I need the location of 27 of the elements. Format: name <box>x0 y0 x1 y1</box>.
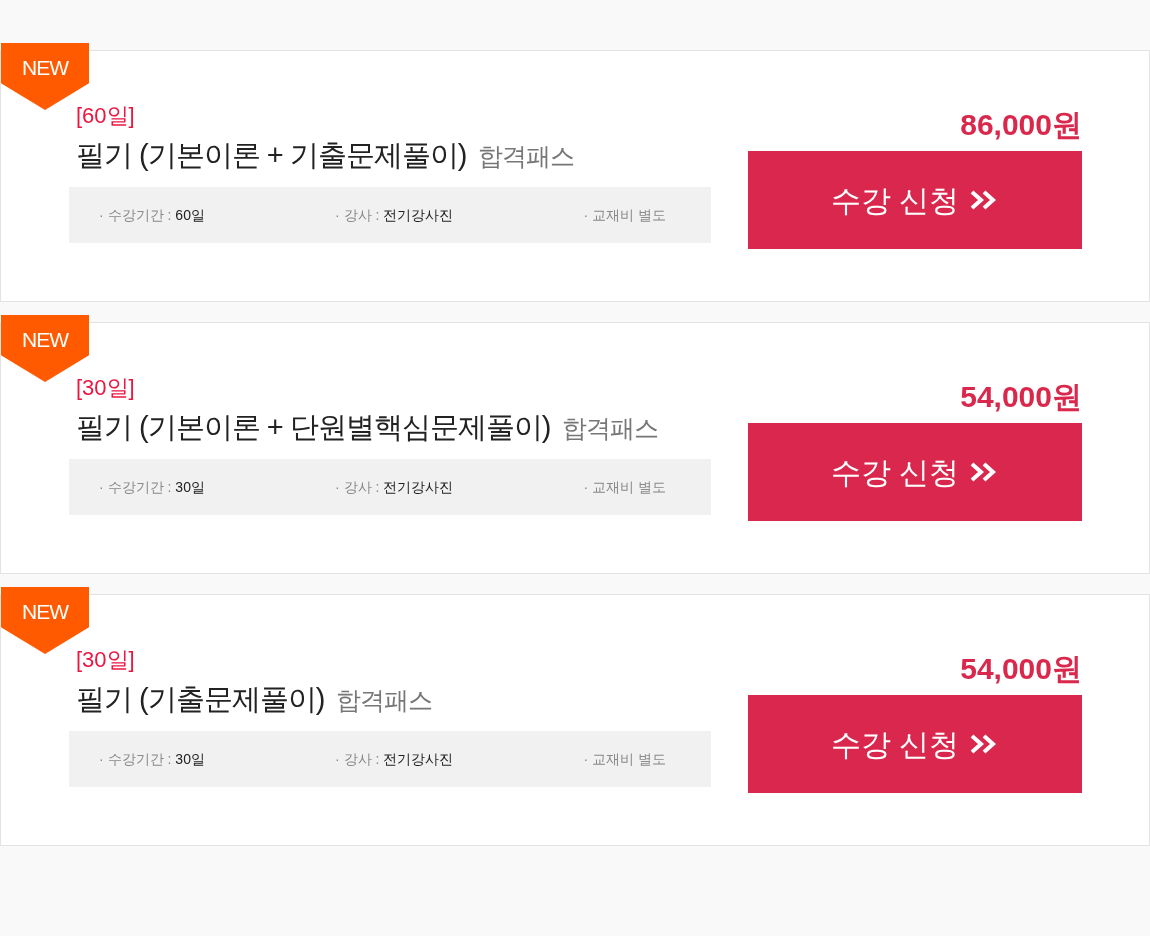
course-price: 86,000원 <box>960 107 1082 143</box>
info-label: · 강사 : <box>335 477 380 497</box>
info-value: 30일 <box>175 477 205 497</box>
course-title: 필기 (기본이론 + 단원별핵심문제풀이) <box>76 410 551 445</box>
info-label: · 강사 : <box>335 749 380 769</box>
course-price: 54,000원 <box>960 651 1082 687</box>
info-label: · 수강기간 : <box>99 749 172 769</box>
enroll-button[interactable]: 수강 신청 <box>748 151 1082 249</box>
info-label: · 교재비 별도 <box>583 749 666 769</box>
course-subtitle: 합격패스 <box>562 413 659 444</box>
info-label: · 수강기간 : <box>99 205 172 225</box>
info-label: · 교재비 별도 <box>583 205 666 225</box>
enroll-button[interactable]: 수강 신청 <box>748 423 1082 521</box>
course-price: 54,000원 <box>960 379 1082 415</box>
info-value: 60일 <box>175 205 205 225</box>
info-value: 전기강사진 <box>383 205 454 225</box>
info-value: 전기강사진 <box>383 749 454 769</box>
course-subtitle: 합격패스 <box>336 685 433 716</box>
info-label: · 수강기간 : <box>99 477 172 497</box>
course-subtitle: 합격패스 <box>478 141 575 172</box>
info-label: · 강사 : <box>335 205 380 225</box>
info-value: 전기강사진 <box>383 477 454 497</box>
info-label: · 교재비 별도 <box>583 477 666 497</box>
enroll-button[interactable]: 수강 신청 <box>748 695 1082 793</box>
course-title: 필기 (기출문제풀이) <box>76 682 325 717</box>
course-title: 필기 (기본이론 + 기출문제풀이) <box>76 138 467 173</box>
info-value: 30일 <box>175 749 205 769</box>
